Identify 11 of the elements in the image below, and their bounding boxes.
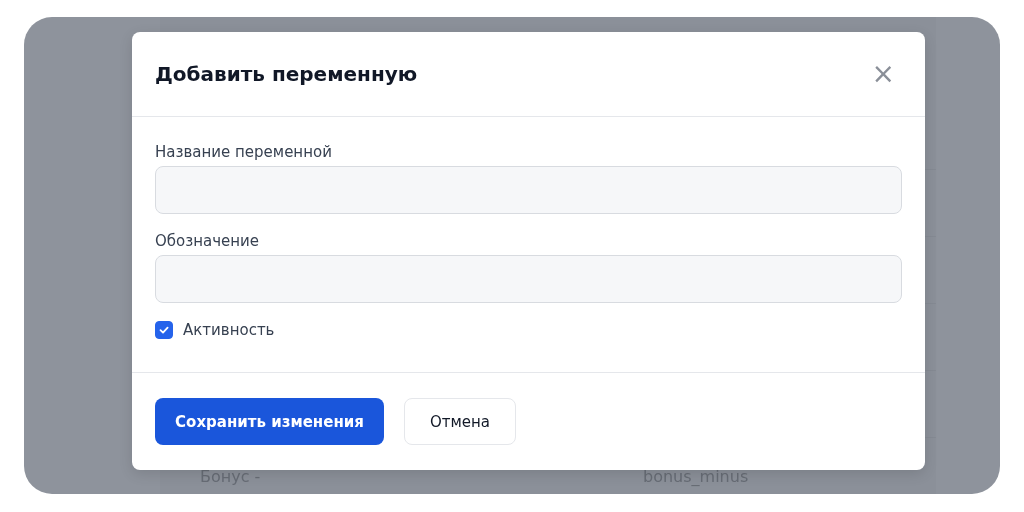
checkbox-label: Активность <box>183 321 275 339</box>
check-icon <box>158 324 170 336</box>
input-field[interactable] <box>155 166 902 214</box>
dialog-title: Добавить переменную <box>155 62 418 86</box>
close-button[interactable]: × <box>865 60 901 88</box>
input-field[interactable] <box>155 255 902 303</box>
field-label: Название переменной <box>155 143 333 161</box>
field-label: Обозначение <box>155 232 261 250</box>
save-button[interactable]: Сохранить изменения <box>155 398 384 445</box>
checkbox[interactable] <box>155 321 173 339</box>
cancel-button[interactable]: Отмена <box>404 398 516 445</box>
